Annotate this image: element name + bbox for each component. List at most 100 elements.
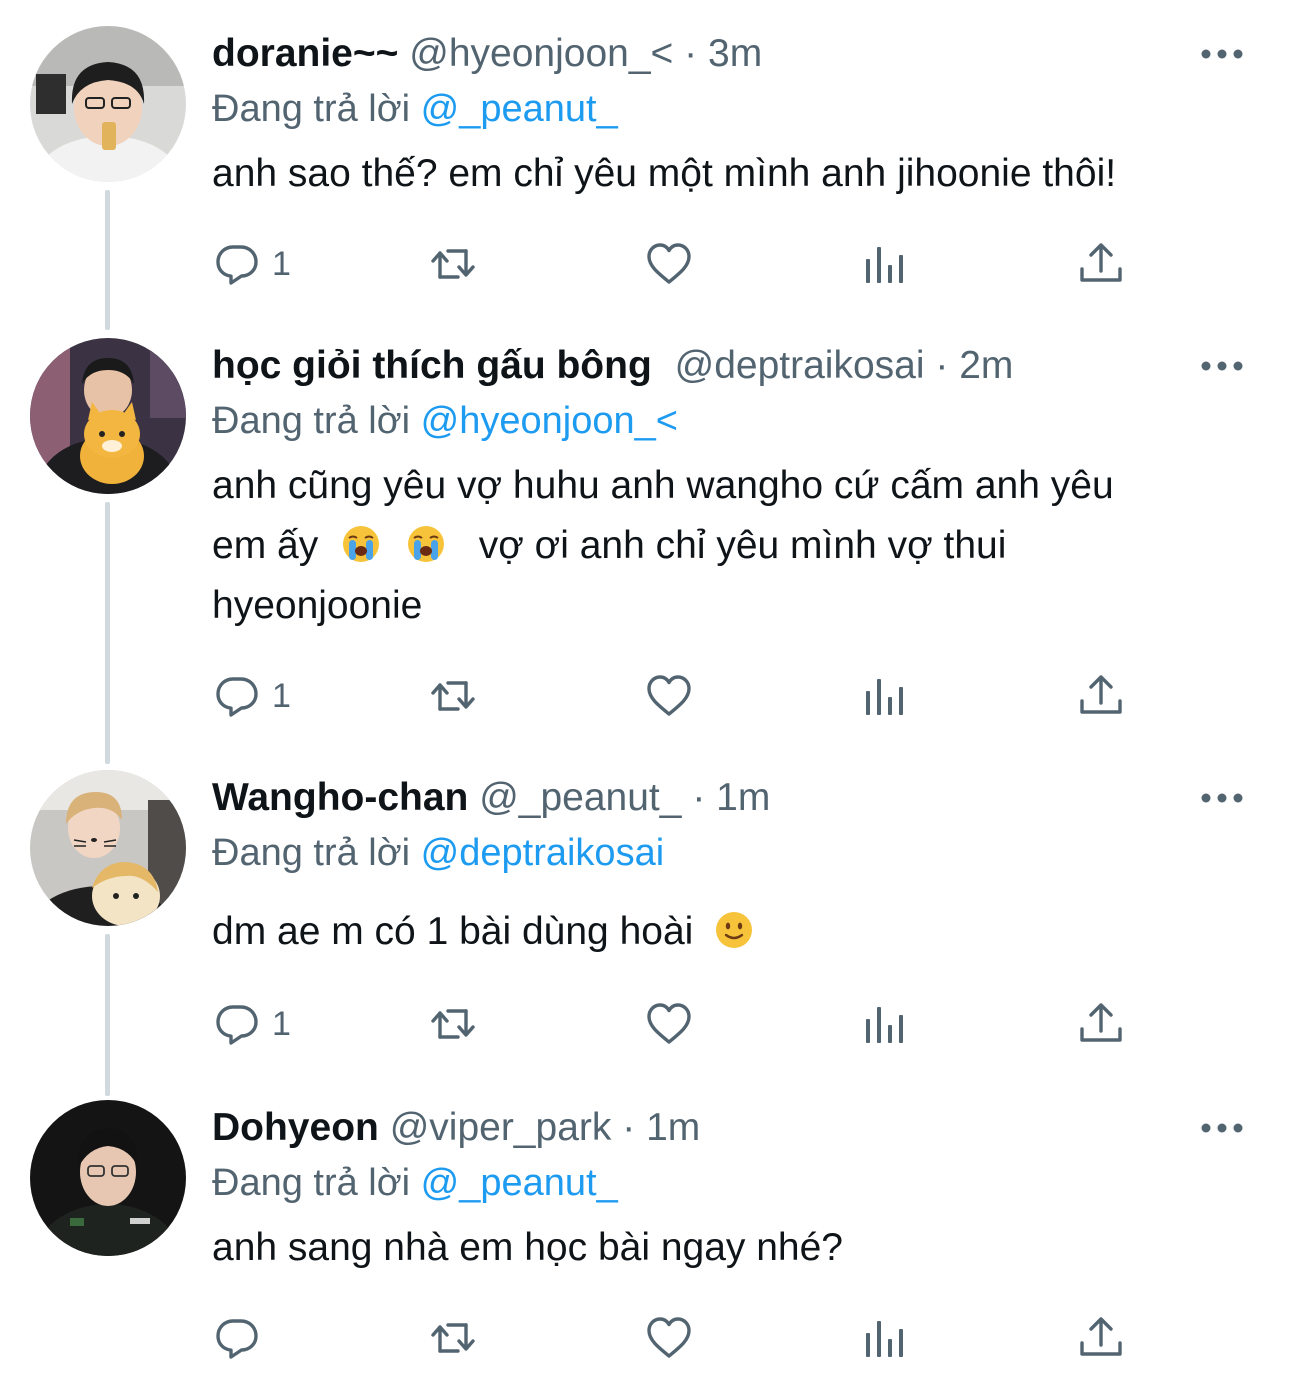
more-icon[interactable]	[1200, 1118, 1244, 1138]
avatar[interactable]	[30, 1100, 186, 1256]
tweet-text: anh sang nhà em học bài ngay nhé?	[212, 1218, 1252, 1278]
tweet[interactable]: Dohyeon @viper_park · 1m Đang trả lời @_…	[0, 1100, 1290, 1378]
tweet[interactable]: học giỏi thích gấu bông @deptraikosai · …	[0, 338, 1290, 758]
timestamp[interactable]: 1m	[646, 1106, 700, 1149]
tweet-header: doranie~~ @hyeonjoon_< · 3m	[212, 26, 762, 82]
tweet-text-line: anh sang nhà em học bài ngay nhé?	[212, 1226, 843, 1269]
replying-to: Đang trả lời @_peanut_	[212, 84, 618, 134]
reply-icon	[212, 239, 262, 289]
like-icon	[644, 671, 694, 721]
tweet-text: anh cũng yêu vợ huhu anh wangho cứ cấm a…	[212, 456, 1252, 636]
user-handle[interactable]: @viper_park	[390, 1106, 612, 1149]
user-handle[interactable]: @deptraikosai	[675, 344, 925, 387]
separator-dot: ·	[692, 776, 706, 819]
reply-icon	[212, 999, 262, 1049]
like-icon	[644, 239, 694, 289]
retweet-icon	[428, 999, 478, 1049]
tweet[interactable]: doranie~~ @hyeonjoon_< · 3m Đang trả lời…	[0, 26, 1290, 326]
more-icon[interactable]	[1200, 788, 1244, 808]
mention-link[interactable]: @_peanut_	[421, 88, 618, 130]
share-button[interactable]	[1076, 236, 1126, 292]
like-button[interactable]	[644, 236, 694, 292]
tweet-actions	[212, 1310, 1132, 1366]
timestamp[interactable]: 2m	[959, 344, 1013, 387]
avatar[interactable]	[30, 770, 186, 926]
reply-button[interactable]: 1	[212, 236, 291, 292]
more-icon[interactable]	[1200, 44, 1244, 64]
boy-cat-whiskers-avatar	[30, 770, 186, 926]
retweet-button[interactable]	[428, 236, 478, 292]
tweet-text-line: hyeonjoonie	[212, 584, 423, 627]
share-button[interactable]	[1076, 1310, 1126, 1366]
share-icon	[1076, 239, 1126, 289]
like-button[interactable]	[644, 1310, 694, 1366]
replying-to-label: Đang trả lời	[212, 832, 411, 874]
reply-count: 1	[272, 676, 291, 715]
share-icon	[1076, 671, 1126, 721]
reply-icon	[212, 671, 262, 721]
share-button[interactable]	[1076, 668, 1126, 724]
views-button[interactable]	[860, 996, 910, 1052]
tweet-text-line: anh sao thế? em chỉ yêu một mình anh jih…	[212, 152, 1117, 195]
avatar[interactable]	[30, 26, 186, 182]
display-name[interactable]: doranie~~	[212, 32, 398, 75]
display-name[interactable]: Wangho-chan	[212, 776, 468, 819]
user-handle[interactable]: @hyeonjoon_<	[409, 32, 673, 75]
slightly-smiling-face-emoji	[714, 910, 754, 950]
separator-dot: ·	[622, 1106, 636, 1149]
views-button[interactable]	[860, 1310, 910, 1366]
reply-count: 1	[272, 244, 291, 283]
views-icon	[860, 1313, 910, 1363]
views-button[interactable]	[860, 236, 910, 292]
like-icon	[644, 1313, 694, 1363]
boy-with-plush-avatar	[30, 338, 186, 494]
retweet-icon	[428, 671, 478, 721]
retweet-button[interactable]	[428, 1310, 478, 1366]
replying-to-label: Đang trả lời	[212, 88, 411, 130]
separator-dot: ·	[935, 344, 949, 387]
user-handle[interactable]: @_peanut_	[479, 776, 681, 819]
retweet-button[interactable]	[428, 668, 478, 724]
mention-link[interactable]: @deptraikosai	[421, 832, 664, 874]
timestamp[interactable]: 1m	[716, 776, 770, 819]
tweet-text-line: dm ae m có 1 bài dùng hoài	[212, 910, 694, 953]
tweet-text-line: em ấy vợ ơi anh chỉ yêu mình vợ thui	[212, 516, 1252, 576]
replying-to: Đang trả lời @_peanut_	[212, 1158, 618, 1208]
tweet-text: anh sao thế? em chỉ yêu một mình anh jih…	[212, 144, 1252, 204]
views-button[interactable]	[860, 668, 910, 724]
like-button[interactable]	[644, 668, 694, 724]
replying-to-label: Đang trả lời	[212, 1162, 411, 1204]
timestamp[interactable]: 3m	[708, 32, 762, 75]
loudly-crying-face-emoji	[406, 524, 446, 564]
avatar[interactable]	[30, 338, 186, 494]
boy-eating-snack-avatar	[30, 26, 186, 182]
display-name[interactable]: học giỏi thích gấu bông	[212, 344, 652, 387]
tweet-actions: 1	[212, 236, 1132, 292]
tweet-header: Wangho-chan @_peanut_ · 1m	[212, 770, 770, 826]
tweet-header: học giỏi thích gấu bông @deptraikosai · …	[212, 338, 1013, 394]
tweet-actions: 1	[212, 668, 1132, 724]
tweet-header: Dohyeon @viper_park · 1m	[212, 1100, 700, 1156]
replying-to-label: Đang trả lời	[212, 400, 411, 442]
tweet-text-segment: vợ ơi anh chỉ yêu mình vợ thui	[478, 524, 1007, 567]
tweet-text: dm ae m có 1 bài dùng hoài	[212, 902, 1252, 962]
reply-button[interactable]	[212, 1310, 272, 1366]
more-icon[interactable]	[1200, 356, 1244, 376]
tweet[interactable]: Wangho-chan @_peanut_ · 1m Đang trả lời …	[0, 770, 1290, 1090]
reply-button[interactable]: 1	[212, 996, 291, 1052]
share-button[interactable]	[1076, 996, 1126, 1052]
mention-link[interactable]: @_peanut_	[421, 1162, 618, 1204]
retweet-button[interactable]	[428, 996, 478, 1052]
mention-link[interactable]: @hyeonjoon_<	[421, 400, 678, 442]
replying-to: Đang trả lời @deptraikosai	[212, 828, 664, 878]
share-icon	[1076, 1313, 1126, 1363]
like-button[interactable]	[644, 996, 694, 1052]
tweet-actions: 1	[212, 996, 1132, 1052]
views-icon	[860, 239, 910, 289]
display-name[interactable]: Dohyeon	[212, 1106, 379, 1149]
like-icon	[644, 999, 694, 1049]
reply-button[interactable]: 1	[212, 668, 291, 724]
share-icon	[1076, 999, 1126, 1049]
reply-icon	[212, 1313, 262, 1363]
loudly-crying-face-emoji	[341, 524, 381, 564]
